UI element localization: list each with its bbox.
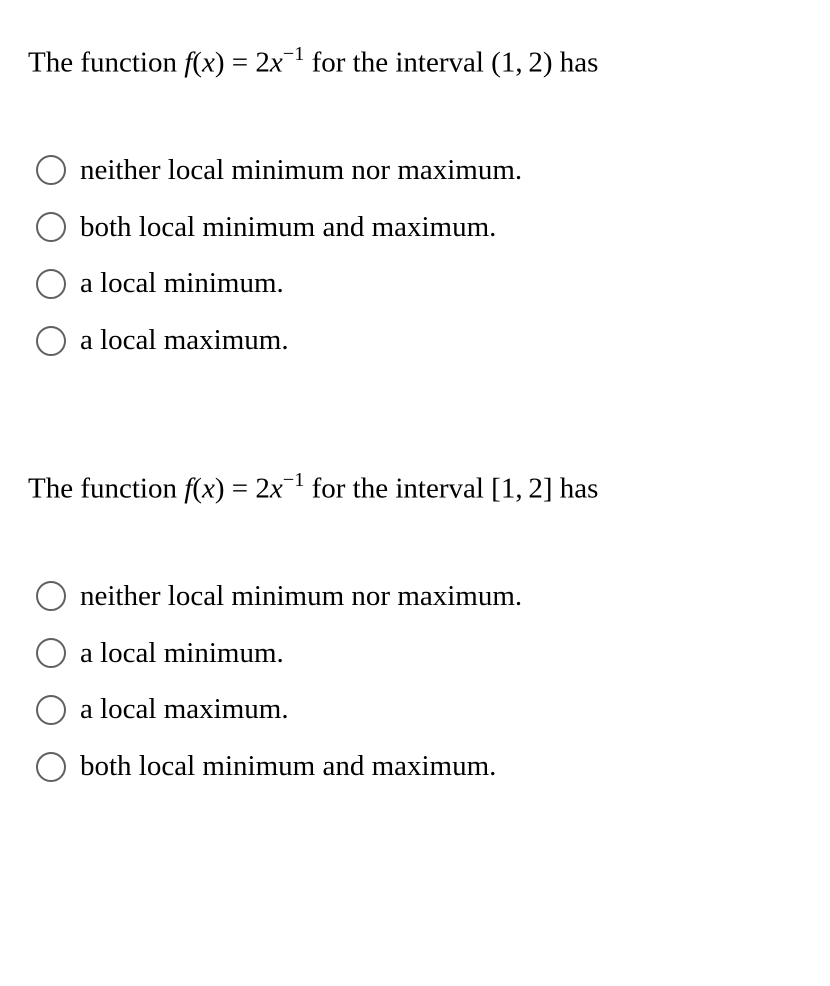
q2-option-2-label: a local minimum. (80, 636, 284, 671)
q2-mid: for the interval [1, 2] has (304, 473, 598, 505)
radio-icon (36, 638, 66, 668)
question-1: The function f(x) = 2x−1 for the interva… (28, 42, 802, 358)
q2-option-3[interactable]: a local maximum. (36, 692, 802, 727)
q2-paren-open: ( (192, 473, 202, 505)
q2-option-4[interactable]: both local minimum and maximum. (36, 749, 802, 784)
q1-option-2-label: both local minimum and maximum. (80, 210, 496, 245)
q1-exp: −1 (283, 43, 305, 65)
question-1-prompt: The function f(x) = 2x−1 for the interva… (28, 42, 802, 83)
q1-paren-open: ( (192, 47, 202, 79)
radio-icon (36, 326, 66, 356)
q1-paren-close: ) (215, 47, 225, 79)
radio-icon (36, 581, 66, 611)
page: The function f(x) = 2x−1 for the interva… (0, 0, 830, 866)
radio-icon (36, 155, 66, 185)
q2-option-3-label: a local maximum. (80, 692, 289, 727)
q1-mid: for the interval (1, 2) has (304, 47, 598, 79)
radio-icon (36, 269, 66, 299)
q1-option-3[interactable]: a local minimum. (36, 266, 802, 301)
question-2-options: neither local minimum nor maximum. a loc… (28, 579, 802, 784)
q1-option-4-label: a local maximum. (80, 323, 289, 358)
radio-icon (36, 212, 66, 242)
q1-pre: The function (28, 47, 184, 79)
q2-x-arg: x (202, 473, 215, 505)
q2-option-2[interactable]: a local minimum. (36, 636, 802, 671)
question-1-options: neither local minimum nor maximum. both … (28, 153, 802, 358)
q1-option-4[interactable]: a local maximum. (36, 323, 802, 358)
q2-option-1[interactable]: neither local minimum nor maximum. (36, 579, 802, 614)
radio-icon (36, 695, 66, 725)
q1-option-3-label: a local minimum. (80, 266, 284, 301)
radio-icon (36, 752, 66, 782)
q2-paren-close: ) (215, 473, 225, 505)
q2-xbase: x (270, 473, 283, 505)
q1-option-1-label: neither local minimum nor maximum. (80, 153, 522, 188)
q2-option-4-label: both local minimum and maximum. (80, 749, 496, 784)
q1-x-arg: x (202, 47, 215, 79)
q2-eq: = 2 (225, 473, 270, 505)
q2-pre: The function (28, 473, 184, 505)
question-2: The function f(x) = 2x−1 for the interva… (28, 468, 802, 784)
q1-eq: = 2 (225, 47, 270, 79)
q1-xbase: x (270, 47, 283, 79)
q1-option-2[interactable]: both local minimum and maximum. (36, 210, 802, 245)
q2-exp: −1 (283, 469, 305, 491)
q2-option-1-label: neither local minimum nor maximum. (80, 579, 522, 614)
question-2-prompt: The function f(x) = 2x−1 for the interva… (28, 468, 802, 509)
q1-option-1[interactable]: neither local minimum nor maximum. (36, 153, 802, 188)
